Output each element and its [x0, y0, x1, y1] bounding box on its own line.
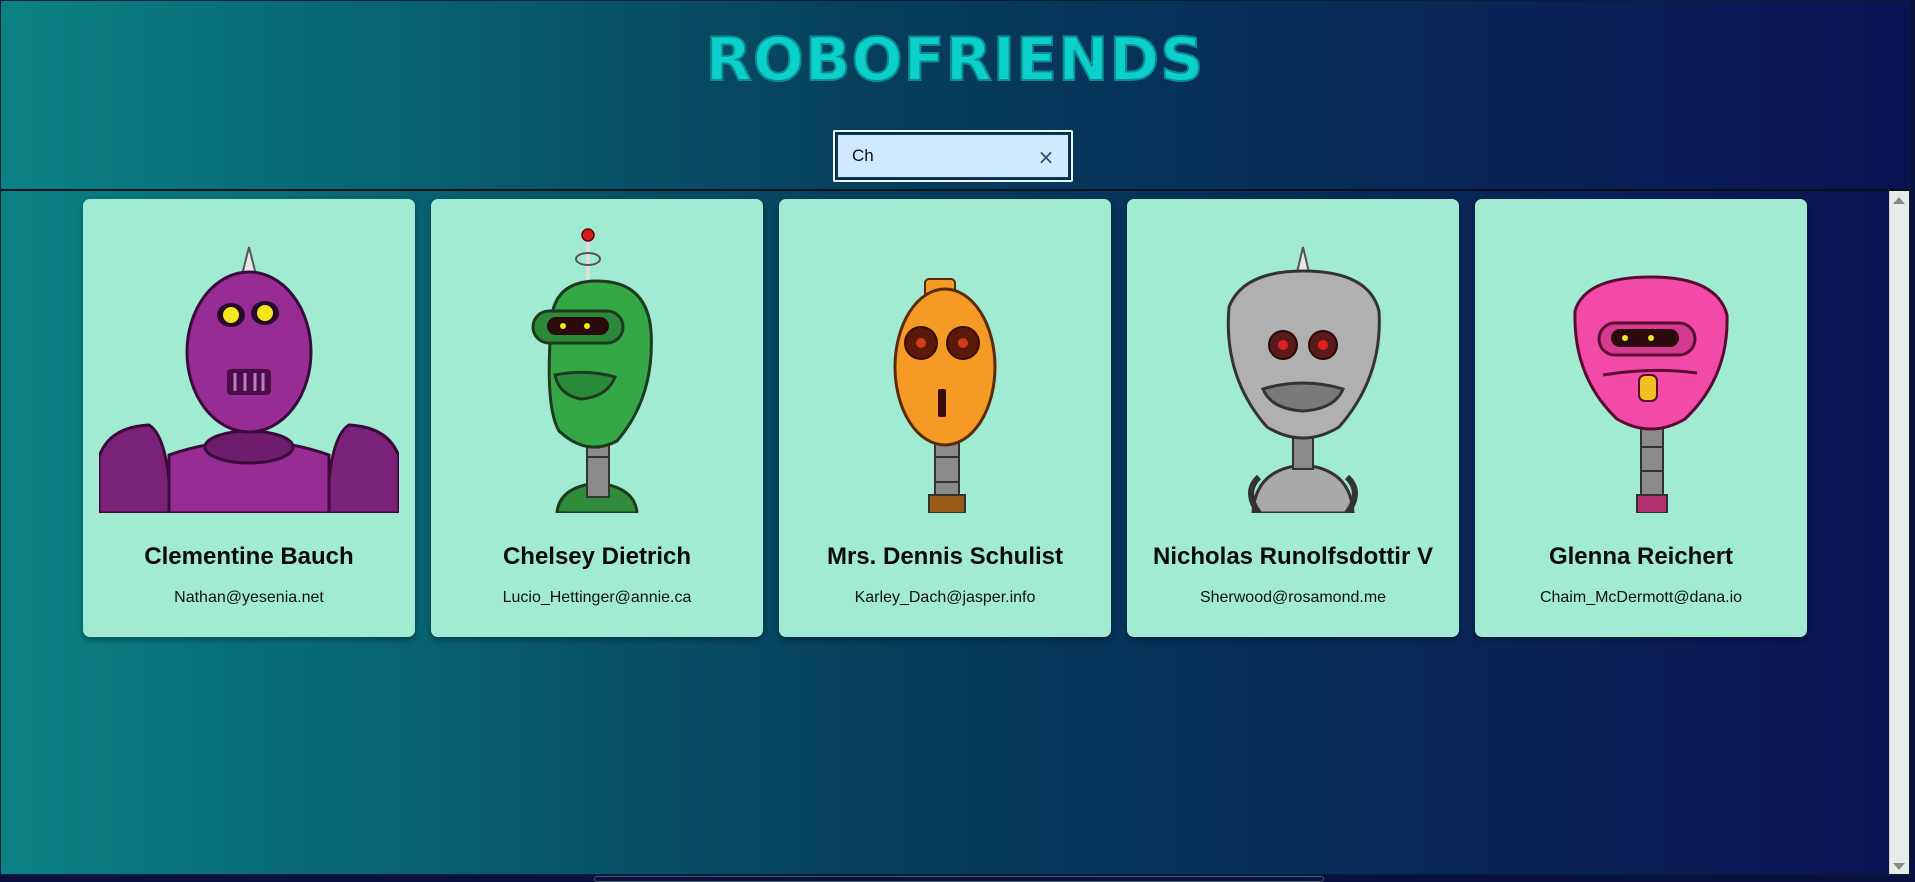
app-title: ROBOFRIENDS [705, 24, 1205, 96]
robot-email: Lucio_Hettinger@annie.ca [502, 589, 692, 606]
robot-avatar-green-icon [531, 228, 653, 513]
robot-email: Nathan@yesenia.net [174, 589, 324, 606]
robot-name: Glenna Reichert [1548, 543, 1734, 570]
robot-avatar-purple-icon [99, 246, 399, 513]
robot-name: Clementine Bauch [144, 543, 354, 570]
robot-card[interactable]: Clementine Bauch Nathan@yesenia.net [83, 199, 415, 637]
robot-name: Chelsey Dietrich [502, 543, 692, 570]
robot-name: Nicholas Runolfsdottir V [1152, 543, 1433, 570]
header: ROBOFRIENDS × [1, 1, 1909, 190]
robot-card[interactable]: Nicholas Runolfsdottir V Sherwood@rosamo… [1127, 199, 1459, 637]
card-list: Clementine Bauch Nathan@yesenia.net Chel… [1, 191, 1889, 874]
robot-email: Sherwood@rosamond.me [1199, 589, 1387, 606]
robot-name: Mrs. Dennis Schulist [826, 543, 1064, 570]
search-input[interactable] [838, 135, 1068, 177]
vertical-scrollbar[interactable] [1889, 191, 1909, 874]
robot-avatar-gray-icon [1226, 246, 1381, 513]
search-box[interactable]: × [833, 130, 1073, 182]
app-window: ROBOFRIENDS × C [0, 0, 1910, 875]
scroll-up-icon[interactable] [1893, 197, 1905, 204]
robot-card[interactable]: Chelsey Dietrich Lucio_Hettinger@annie.c… [431, 199, 763, 637]
robot-avatar-pink-icon [1573, 275, 1729, 513]
robot-avatar-orange-icon [893, 278, 997, 513]
horizontal-scroll-track [594, 876, 1324, 882]
robot-card[interactable]: Mrs. Dennis Schulist Karley_Dach@jasper.… [779, 199, 1111, 637]
close-icon[interactable]: × [1036, 147, 1056, 167]
robot-card[interactable]: Glenna Reichert Chaim_McDermott@dana.io [1475, 199, 1807, 637]
robot-email: Chaim_McDermott@dana.io [1539, 589, 1743, 606]
scroll-down-icon[interactable] [1893, 863, 1905, 870]
search-field-frame: × [837, 134, 1069, 178]
robot-email: Karley_Dach@jasper.info [854, 589, 1036, 606]
